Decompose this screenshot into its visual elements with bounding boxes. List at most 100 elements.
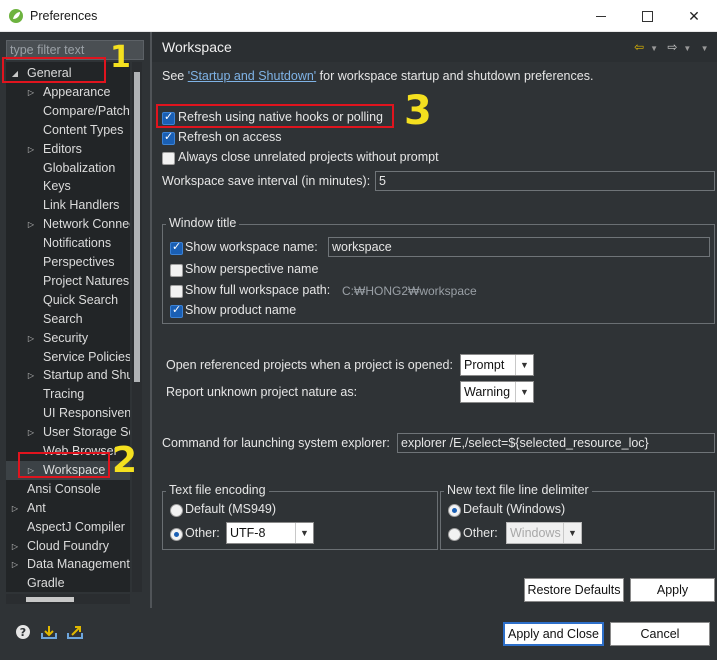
tree-item-label: UI Responsiveness — [43, 406, 130, 421]
tree-item-editors[interactable]: ▷ Editors — [6, 140, 130, 159]
chevron-down-icon[interactable]: ▼ — [515, 355, 533, 375]
forward-menu-icon[interactable]: ▼ — [683, 44, 691, 53]
tree-item-label: Security — [43, 330, 89, 345]
title-bar: Preferences ✕ — [0, 0, 717, 32]
view-menu-icon[interactable]: ▼ — [701, 44, 709, 53]
chevron-down-icon[interactable]: ▼ — [515, 382, 533, 402]
tree-item-quick-search[interactable]: Quick Search — [6, 291, 130, 310]
forward-arrow-icon[interactable]: ⇨ — [667, 40, 677, 54]
tree-item-ansi-console[interactable]: Ansi Console — [6, 480, 130, 499]
unknown-nature-combo[interactable]: Warning ▼ — [460, 381, 534, 403]
spring-leaf-icon — [9, 8, 23, 23]
tree-vertical-scrollbar[interactable] — [132, 62, 142, 592]
chevron-down-icon[interactable]: ▼ — [563, 523, 581, 543]
cancel-button[interactable]: Cancel — [610, 622, 710, 646]
back-menu-icon[interactable]: ▼ — [650, 44, 658, 53]
startup-shutdown-link[interactable]: 'Startup and Shutdown' — [188, 69, 316, 83]
show-product-name-label[interactable]: Show product name — [185, 303, 296, 317]
collapsed-arrow-icon[interactable]: ▷ — [26, 423, 36, 442]
always-close-label[interactable]: Always close unrelated projects without … — [178, 150, 439, 164]
chevron-down-icon[interactable]: ▼ — [295, 523, 313, 543]
show-full-path-checkbox[interactable] — [170, 285, 183, 298]
collapsed-arrow-icon[interactable]: ▷ — [10, 537, 20, 556]
tree-item-aspectj-compiler[interactable]: AspectJ Compiler — [6, 518, 130, 537]
tree-item-content-types[interactable]: Content Types — [6, 121, 130, 140]
delimiter-default-radio[interactable] — [448, 504, 461, 517]
tree-item-service-policies[interactable]: Service Policies — [6, 348, 130, 367]
scrollbar-thumb[interactable] — [26, 597, 74, 602]
delimiter-default-label[interactable]: Default (Windows) — [463, 502, 565, 516]
footer-icons: ? — [14, 624, 84, 642]
collapsed-arrow-icon[interactable]: ▷ — [10, 555, 20, 574]
open-referenced-combo[interactable]: Prompt ▼ — [460, 354, 534, 376]
tree-item-ant[interactable]: ▷ Ant — [6, 499, 130, 518]
maximize-button[interactable] — [624, 0, 670, 32]
show-perspective-label[interactable]: Show perspective name — [185, 262, 318, 276]
collapsed-arrow-icon[interactable]: ▷ — [26, 366, 36, 385]
always-close-checkbox[interactable] — [162, 152, 175, 165]
encoding-combo[interactable]: UTF-8 ▼ — [226, 522, 314, 544]
tree-item-gradle[interactable]: Gradle — [6, 574, 130, 592]
tree-item-notifications[interactable]: Notifications — [6, 234, 130, 253]
encoding-other-label[interactable]: Other: — [185, 526, 220, 540]
tree-item-perspectives[interactable]: Perspectives — [6, 253, 130, 272]
show-workspace-name-label[interactable]: Show workspace name: — [185, 240, 318, 254]
tree-item-cloud-foundry[interactable]: ▷ Cloud Foundry — [6, 537, 130, 556]
explorer-command-input[interactable]: explorer /E,/select=${selected_resource_… — [397, 433, 715, 453]
open-referenced-value: Prompt — [464, 358, 505, 372]
show-full-path-label[interactable]: Show full workspace path: — [185, 283, 330, 297]
close-button[interactable]: ✕ — [671, 0, 717, 32]
back-arrow-icon[interactable]: ⇦ — [634, 40, 644, 54]
minimize-button[interactable] — [578, 0, 624, 32]
delimiter-combo[interactable]: Windows ▼ — [506, 522, 582, 544]
collapsed-arrow-icon[interactable]: ▷ — [10, 499, 20, 518]
preferences-dialog: type filter text ◢ General ▷ Appearance Comp… — [0, 32, 717, 660]
tree-item-compare-patch[interactable]: Compare/Patch — [6, 102, 130, 121]
tree-item-data-management[interactable]: ▷ Data Management — [6, 555, 130, 574]
tree-item-tracing[interactable]: Tracing — [6, 385, 130, 404]
tree-item-label: Startup and Shutdown — [43, 368, 130, 383]
apply-button[interactable]: Apply — [630, 578, 715, 602]
refresh-access-checkbox[interactable] — [162, 130, 175, 145]
tree-horizontal-scrollbar[interactable] — [6, 594, 130, 604]
refresh-access-label[interactable]: Refresh on access — [178, 130, 282, 144]
delimiter-value: Windows — [510, 526, 561, 540]
collapsed-arrow-icon[interactable]: ▷ — [26, 83, 36, 102]
scrollbar-thumb[interactable] — [134, 72, 140, 382]
collapsed-arrow-icon[interactable]: ▷ — [26, 140, 36, 159]
show-workspace-name-checkbox[interactable] — [170, 240, 183, 255]
restore-defaults-button[interactable]: Restore Defaults — [524, 578, 624, 602]
tree-item-project-natures[interactable]: Project Natures — [6, 272, 130, 291]
unknown-nature-label: Report unknown project nature as: — [166, 385, 358, 399]
delimiter-other-label[interactable]: Other: — [463, 526, 498, 540]
tree-item-security[interactable]: ▷ Security — [6, 329, 130, 348]
show-product-name-checkbox[interactable] — [170, 303, 183, 318]
import-icon[interactable] — [40, 624, 58, 642]
tree-item-globalization[interactable]: Globalization — [6, 159, 130, 178]
tree-item-ui-responsiveness[interactable]: UI Responsiveness — [6, 404, 130, 423]
tree-item-link-handlers[interactable]: Link Handlers — [6, 196, 130, 215]
tree-item-search[interactable]: Search — [6, 310, 130, 329]
encoding-default-radio[interactable] — [170, 504, 183, 517]
save-interval-input[interactable]: 5 — [375, 171, 715, 191]
collapsed-arrow-icon[interactable]: ▷ — [26, 329, 36, 348]
tree-item-startup-and-shutdown[interactable]: ▷ Startup and Shutdown — [6, 366, 130, 385]
tree-item-appearance[interactable]: ▷ Appearance — [6, 83, 130, 102]
tree-item-label: Quick Search — [43, 292, 119, 307]
delimiter-other-radio[interactable] — [448, 528, 461, 541]
workspace-name-input[interactable]: workspace — [328, 237, 710, 257]
encoding-default-label[interactable]: Default (MS949) — [185, 502, 276, 516]
history-navigation: ⇦ ▼ ⇨ ▼ ▼ — [634, 40, 715, 54]
tree-item-keys[interactable]: Keys — [6, 177, 130, 196]
show-perspective-checkbox[interactable] — [170, 264, 183, 277]
export-icon[interactable] — [66, 624, 84, 642]
encoding-other-radio[interactable] — [170, 528, 183, 541]
apply-and-close-button[interactable]: Apply and Close — [503, 622, 604, 646]
window-title: Preferences — [30, 8, 98, 23]
tree-item-network-connections[interactable]: ▷ Network Connections — [6, 215, 130, 234]
collapsed-arrow-icon[interactable]: ▷ — [26, 215, 36, 234]
help-icon[interactable]: ? — [14, 624, 32, 642]
save-interval-label: Workspace save interval (in minutes): — [162, 174, 371, 188]
tree-item-label: Globalization — [43, 160, 116, 175]
intro-suffix: for workspace startup and shutdown prefe… — [316, 69, 594, 83]
